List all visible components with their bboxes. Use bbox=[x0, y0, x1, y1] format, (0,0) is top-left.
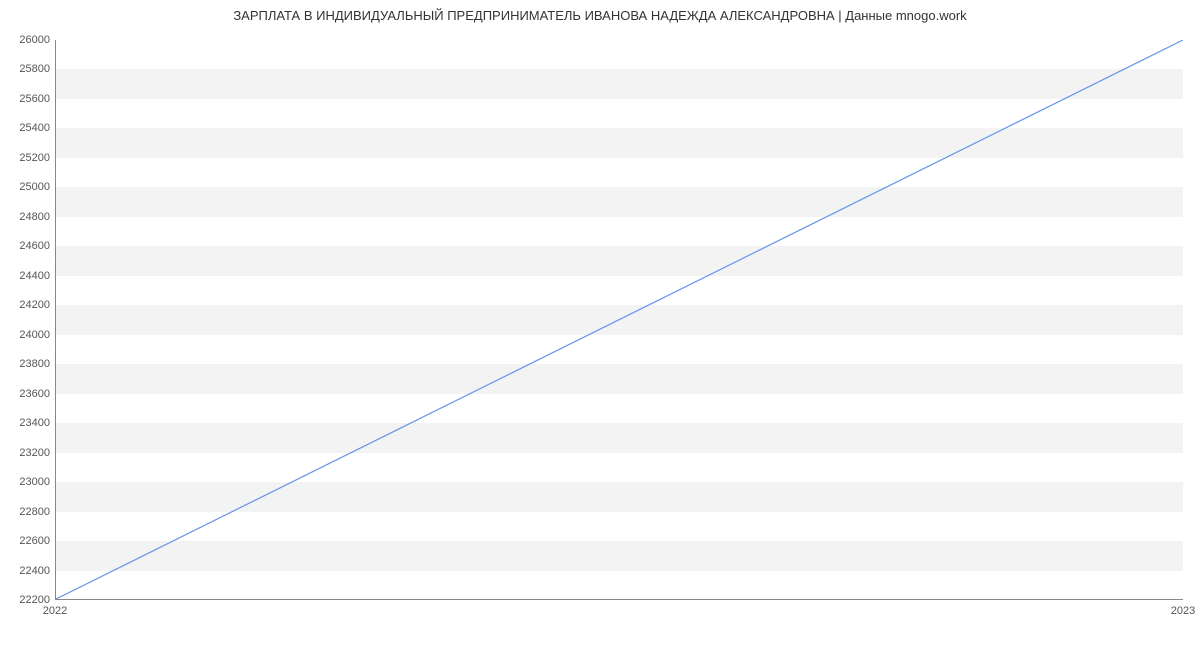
y-tick-label: 24200 bbox=[0, 299, 50, 311]
y-tick-label: 25400 bbox=[0, 122, 50, 134]
y-tick-label: 22400 bbox=[0, 565, 50, 577]
chart-title: ЗАРПЛАТА В ИНДИВИДУАЛЬНЫЙ ПРЕДПРИНИМАТЕЛ… bbox=[0, 8, 1200, 23]
y-tick-label: 25200 bbox=[0, 152, 50, 164]
y-tick-label: 23200 bbox=[0, 447, 50, 459]
y-tick-label: 24400 bbox=[0, 270, 50, 282]
line-series bbox=[56, 40, 1183, 599]
y-tick-label: 25800 bbox=[0, 63, 50, 75]
y-tick-label: 25600 bbox=[0, 93, 50, 105]
chart-container: ЗАРПЛАТА В ИНДИВИДУАЛЬНЫЙ ПРЕДПРИНИМАТЕЛ… bbox=[0, 0, 1200, 650]
y-tick-label: 24800 bbox=[0, 211, 50, 223]
y-tick-label: 22800 bbox=[0, 506, 50, 518]
y-tick-label: 22600 bbox=[0, 535, 50, 547]
y-tick-label: 23800 bbox=[0, 358, 50, 370]
y-tick-label: 23400 bbox=[0, 417, 50, 429]
plot-area bbox=[55, 40, 1183, 600]
y-tick-label: 24600 bbox=[0, 240, 50, 252]
x-tick-label: 2023 bbox=[1171, 605, 1195, 617]
y-tick-label: 26000 bbox=[0, 34, 50, 46]
x-tick-label: 2022 bbox=[43, 605, 67, 617]
y-tick-label: 24000 bbox=[0, 329, 50, 341]
y-tick-label: 23000 bbox=[0, 476, 50, 488]
y-tick-label: 23600 bbox=[0, 388, 50, 400]
y-tick-label: 25000 bbox=[0, 181, 50, 193]
